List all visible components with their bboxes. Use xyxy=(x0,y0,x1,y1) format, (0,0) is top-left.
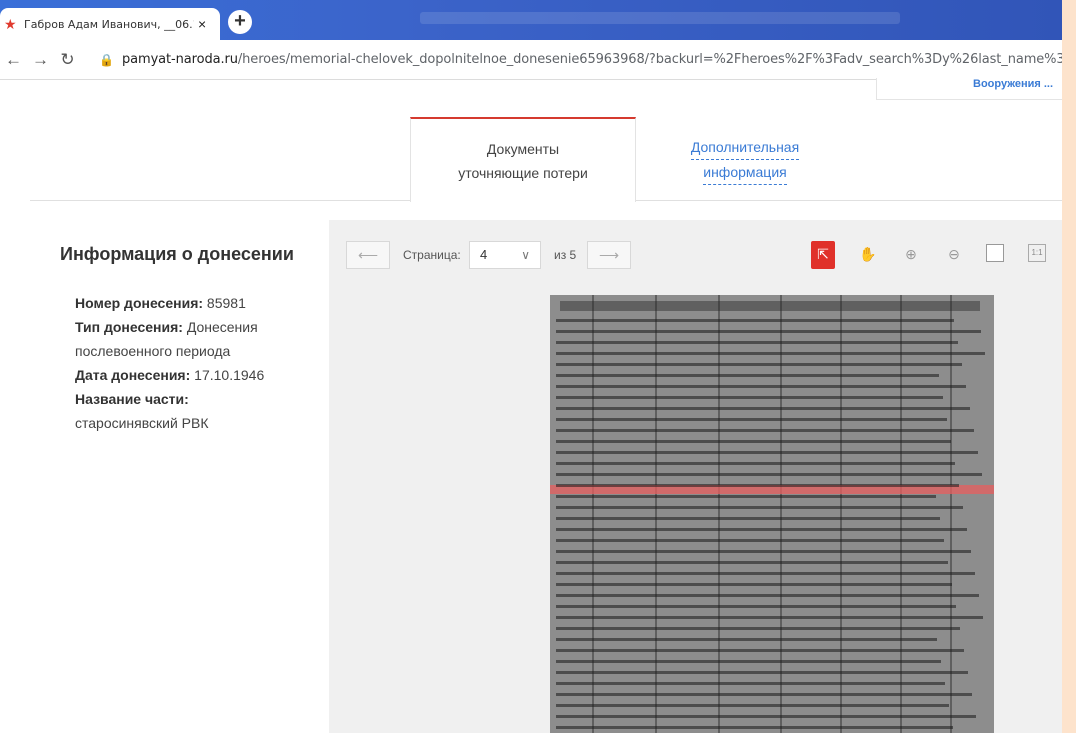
tab-additional-line1: Дополнительная xyxy=(690,135,800,160)
page-select[interactable]: 4 ∨ xyxy=(469,241,541,269)
chevron-down-icon: ∨ xyxy=(521,248,530,262)
document-text-row xyxy=(556,352,985,355)
document-text-row xyxy=(556,704,949,707)
viewer-toolbar: ⟵ Страница: 4 ∨ из 5 ⟶ ⇱ ✋ ⊕ ⊖ 1:1 xyxy=(329,220,1062,272)
document-text-row xyxy=(556,638,937,641)
tab-documents-line1: Документы xyxy=(486,141,560,157)
content-tabs: Документы уточняющие потери Дополнительн… xyxy=(30,117,1062,202)
forward-arrow-icon[interactable]: → xyxy=(27,50,54,70)
document-text-row xyxy=(556,671,968,674)
document-text-row xyxy=(556,550,971,553)
close-tab-icon[interactable]: × xyxy=(198,16,206,32)
unit-name-label: Название части: xyxy=(75,391,189,407)
document-text-row xyxy=(556,473,982,476)
document-text-row xyxy=(556,429,974,432)
browser-tab[interactable]: ★ Габров Адам Иванович, __06.19 × xyxy=(0,8,220,40)
document-text-row xyxy=(556,539,944,542)
zoom-in-icon[interactable]: ⊕ xyxy=(899,241,923,269)
document-text-row xyxy=(556,451,978,454)
column-line xyxy=(718,295,720,733)
report-number-value: 85981 xyxy=(203,295,246,311)
document-text-row xyxy=(556,715,976,718)
tab-strip: ★ Габров Адам Иванович, __06.19 × + xyxy=(0,0,1062,40)
document-text-row xyxy=(556,561,948,564)
column-line xyxy=(780,295,782,733)
document-text-row xyxy=(556,374,939,377)
reload-icon[interactable]: ↻ xyxy=(54,50,81,70)
tabbar-background-text xyxy=(420,12,900,24)
document-text-row xyxy=(556,319,954,322)
page-content: Вооружения ... Документы уточняющие поте… xyxy=(0,78,1062,733)
unit-name-value: старосинявский РВК xyxy=(75,415,209,431)
document-text-row xyxy=(556,330,981,333)
zoom-out-icon[interactable]: ⊖ xyxy=(942,241,966,269)
document-text-row xyxy=(556,627,960,630)
document-text-row xyxy=(556,440,951,443)
document-text-row xyxy=(556,407,970,410)
column-line xyxy=(592,295,594,733)
document-text-row xyxy=(556,396,943,399)
lock-icon[interactable]: 🔒 xyxy=(99,53,114,67)
actual-size-icon[interactable]: 1:1 xyxy=(1028,244,1046,262)
top-right-link[interactable]: Вооружения ... xyxy=(973,78,1053,90)
pointer-tool-icon[interactable]: ⇱ xyxy=(811,241,835,269)
address-bar: ← → ↻ 🔒 pamyat-naroda.ru/heroes/memorial… xyxy=(0,40,1062,80)
document-text-row xyxy=(556,528,967,531)
star-favicon-icon: ★ xyxy=(4,15,17,32)
tab-documents[interactable]: Документы уточняющие потери xyxy=(410,117,636,202)
document-text-row xyxy=(556,594,979,597)
document-text-row xyxy=(556,660,941,663)
document-text-row xyxy=(556,517,940,520)
report-info-panel: Информация о донесении Номер донесения: … xyxy=(60,244,300,435)
document-text-row xyxy=(556,418,947,421)
document-heading xyxy=(560,301,980,311)
url-domain: pamyat-naroda.ru xyxy=(122,52,238,67)
report-date-value: 17.10.1946 xyxy=(190,367,265,383)
page-total: из 5 xyxy=(554,248,577,262)
column-line xyxy=(655,295,657,733)
document-text-row xyxy=(556,363,962,366)
url-field[interactable]: pamyat-naroda.ru/heroes/memorial-chelove… xyxy=(122,52,1062,67)
document-text-row xyxy=(556,583,952,586)
report-info-title: Информация о донесении xyxy=(60,244,294,264)
hand-tool-icon[interactable]: ✋ xyxy=(856,241,880,269)
new-tab-button[interactable]: + xyxy=(228,10,252,34)
report-type-label: Тип донесения: xyxy=(75,319,183,335)
document-text-row xyxy=(556,495,936,498)
document-text-row xyxy=(556,649,964,652)
document-text-row xyxy=(556,385,966,388)
report-date-label: Дата донесения: xyxy=(75,367,191,383)
column-line xyxy=(900,295,902,733)
top-right-menu[interactable]: Вооружения ... xyxy=(876,78,1062,100)
url-path: /heroes/memorial-chelovek_dopolnitelnoe_… xyxy=(237,52,1062,67)
next-page-button[interactable]: ⟶ xyxy=(587,241,631,269)
document-text-row xyxy=(556,484,959,487)
tab-documents-line2: уточняющие потери xyxy=(458,165,588,181)
document-text-row xyxy=(556,605,956,608)
document-viewer: ⟵ Страница: 4 ∨ из 5 ⟶ ⇱ ✋ ⊕ ⊖ 1:1 xyxy=(329,220,1062,733)
document-text-row xyxy=(556,341,958,344)
column-line xyxy=(950,295,952,733)
page-select-value: 4 xyxy=(480,247,488,262)
scanned-document-image[interactable] xyxy=(550,295,994,733)
report-number-label: Номер донесения: xyxy=(75,295,204,311)
document-text-row xyxy=(556,506,963,509)
document-text-row xyxy=(556,726,953,729)
prev-page-button[interactable]: ⟵ xyxy=(346,241,390,269)
document-text-row xyxy=(556,693,972,696)
browser-window: ★ Габров Адам Иванович, __06.19 × + ← → … xyxy=(0,0,1062,733)
back-arrow-icon[interactable]: ← xyxy=(0,50,27,70)
document-text-row xyxy=(556,462,955,465)
outer-border xyxy=(1062,0,1076,733)
tab-title: Габров Адам Иванович, __06.19 xyxy=(24,17,194,31)
document-text-row xyxy=(556,572,975,575)
fit-page-icon[interactable] xyxy=(986,244,1004,262)
tab-additional-info[interactable]: Дополнительная информация xyxy=(670,117,820,201)
column-line xyxy=(840,295,842,733)
document-text-row xyxy=(556,682,945,685)
page-label: Страница: xyxy=(403,248,461,262)
document-text-row xyxy=(556,616,983,619)
tab-additional-line2: информация xyxy=(703,160,787,185)
report-info-list: Номер донесения: 85981 Тип донесения: До… xyxy=(75,291,300,435)
